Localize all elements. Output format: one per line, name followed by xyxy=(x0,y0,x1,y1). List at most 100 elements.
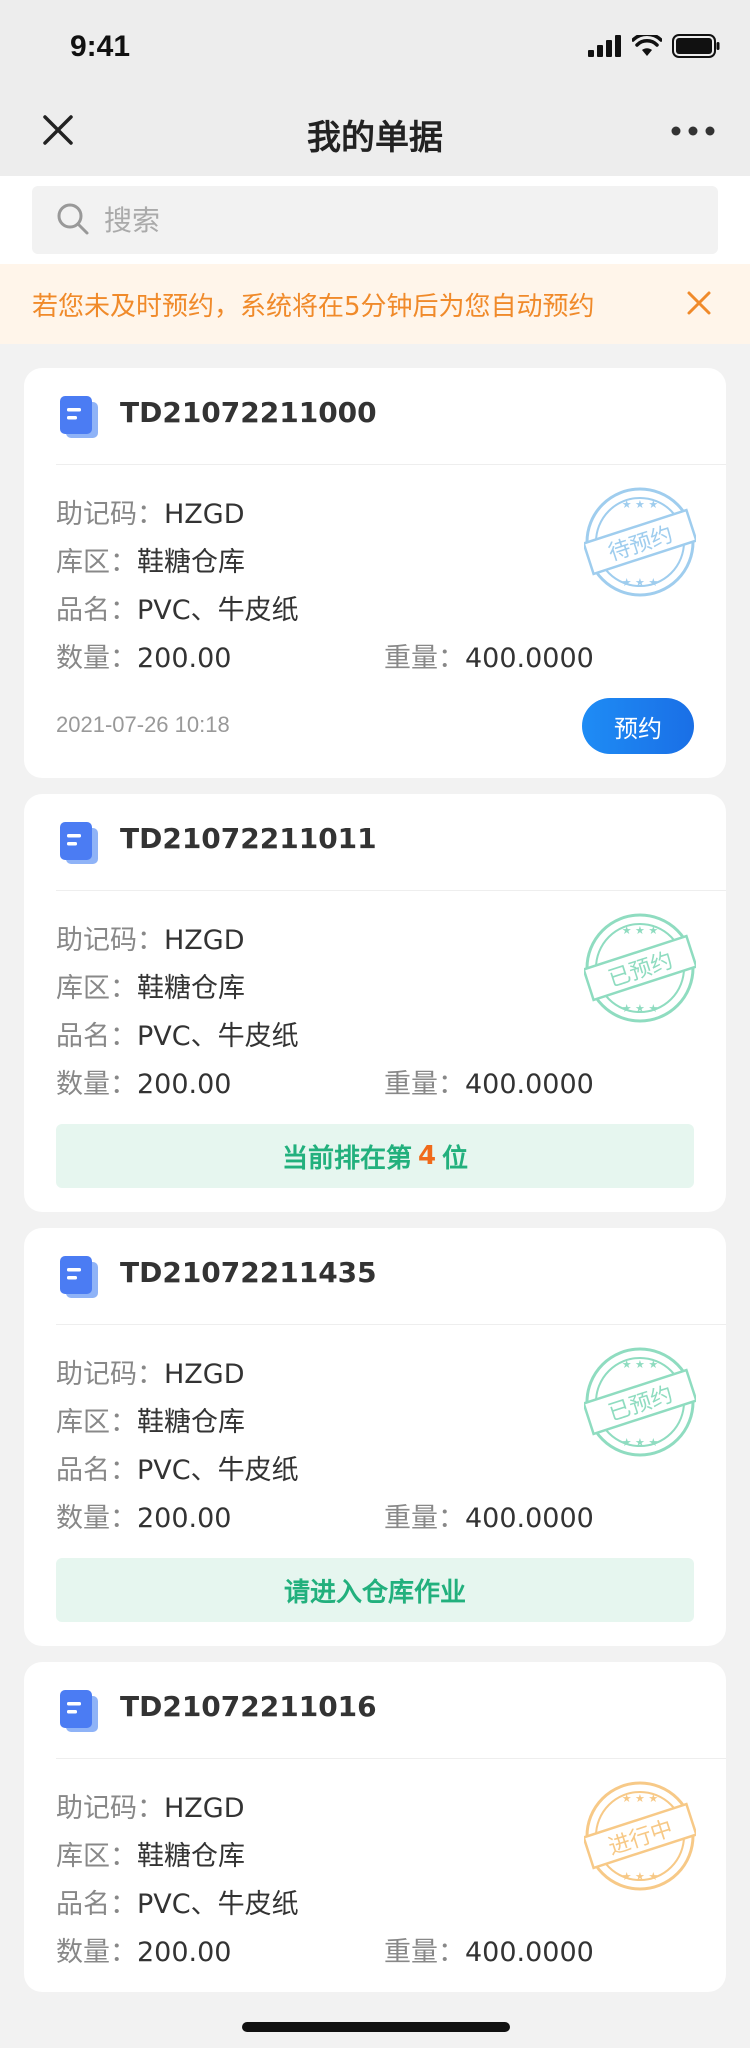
mnemonic-value: HZGD xyxy=(164,1359,245,1390)
enter-warehouse-bar: 请进入仓库作业 xyxy=(56,1558,694,1622)
queue-suffix: 位 xyxy=(442,1143,469,1174)
notice-close-icon[interactable] xyxy=(684,288,714,318)
svg-text:★ ★ ★: ★ ★ ★ xyxy=(622,1792,659,1805)
order-card[interactable]: TD21072211000 助记码：HZGD 库区：鞋糖仓库 品名：PVC、牛皮… xyxy=(24,368,726,778)
mnemonic-value: HZGD xyxy=(164,1793,245,1824)
quantity-value: 200.00 xyxy=(137,1937,232,1968)
product-value: PVC、牛皮纸 xyxy=(137,1021,299,1052)
zone-row: 库区：鞋糖仓库 xyxy=(56,1400,245,1439)
weight-row: 重量：400.0000 xyxy=(384,1930,594,1969)
zone-label: 库区： xyxy=(56,547,137,578)
mnemonic-row: 助记码：HZGD xyxy=(56,918,245,957)
status-text: 请进入仓库作业 xyxy=(283,1577,466,1608)
quantity-row: 数量：200.00 xyxy=(56,1062,231,1101)
order-card[interactable]: TD21072211435 助记码：HZGD 库区：鞋糖仓库 品名：PVC、牛皮… xyxy=(24,1228,726,1646)
zone-row: 库区：鞋糖仓库 xyxy=(56,966,245,1005)
more-icon[interactable] xyxy=(668,116,718,146)
mnemonic-label: 助记码： xyxy=(56,1793,164,1824)
search-input[interactable] xyxy=(104,186,684,254)
status-icons xyxy=(588,32,720,60)
zone-row: 库区：鞋糖仓库 xyxy=(56,540,245,579)
stamp-pending-icon: 待预约 ★ ★ ★ ★ ★ ★ xyxy=(584,487,696,597)
weight-label: 重量： xyxy=(384,1937,465,1968)
search-icon xyxy=(57,203,89,235)
order-id: TD21072211000 xyxy=(120,396,377,429)
card-header: TD21072211435 xyxy=(24,1228,726,1324)
quantity-row: 数量：200.00 xyxy=(56,636,231,675)
page-title: 我的单据 xyxy=(307,118,443,158)
svg-text:★ ★ ★: ★ ★ ★ xyxy=(622,1358,659,1371)
mnemonic-label: 助记码： xyxy=(56,499,164,530)
card-header: TD21072211016 xyxy=(24,1662,726,1758)
weight-label: 重量： xyxy=(384,643,465,674)
divider xyxy=(56,890,726,891)
stamp-reserved-icon: 已预约 ★ ★ ★ ★ ★ ★ xyxy=(584,913,696,1023)
quantity-row: 数量：200.00 xyxy=(56,1930,231,1969)
svg-text:★ ★ ★: ★ ★ ★ xyxy=(622,924,659,937)
product-label: 品名： xyxy=(56,595,137,626)
quantity-row: 数量：200.00 xyxy=(56,1496,231,1535)
svg-text:★ ★ ★: ★ ★ ★ xyxy=(622,498,659,511)
card-timestamp: 2021-07-26 10:18 xyxy=(56,712,230,737)
stamp-in-progress-icon: 进行中 ★ ★ ★ ★ ★ ★ xyxy=(584,1781,696,1891)
status-bar: 9:41 xyxy=(0,0,750,88)
quantity-value: 200.00 xyxy=(137,1503,232,1534)
home-indicator xyxy=(242,2022,510,2032)
document-icon xyxy=(60,822,98,864)
weight-label: 重量： xyxy=(384,1069,465,1100)
wifi-icon xyxy=(632,35,662,56)
zone-label: 库区： xyxy=(56,1407,137,1438)
queue-prefix: 当前排在第 xyxy=(281,1143,412,1174)
weight-row: 重量：400.0000 xyxy=(384,636,594,675)
svg-text:★ ★ ★: ★ ★ ★ xyxy=(622,576,659,589)
card-header: TD21072211011 xyxy=(24,794,726,890)
order-id: TD21072211435 xyxy=(120,1256,377,1289)
mnemonic-row: 助记码：HZGD xyxy=(56,1352,245,1391)
stamp-reserved-icon: 已预约 ★ ★ ★ ★ ★ ★ xyxy=(584,1347,696,1457)
quantity-label: 数量： xyxy=(56,643,137,674)
weight-label: 重量： xyxy=(384,1503,465,1534)
mnemonic-row: 助记码：HZGD xyxy=(56,1786,245,1825)
nav-bar: 我的单据 xyxy=(0,88,750,176)
product-label: 品名： xyxy=(56,1455,137,1486)
order-card[interactable]: TD21072211016 助记码：HZGD 库区：鞋糖仓库 品名：PVC、牛皮… xyxy=(24,1662,726,1992)
queue-position-bar: 当前排在第 4 位 xyxy=(56,1124,694,1188)
product-row: 品名：PVC、牛皮纸 xyxy=(56,588,299,627)
search-bar xyxy=(0,176,750,264)
svg-text:★ ★ ★: ★ ★ ★ xyxy=(622,1436,659,1449)
zone-value: 鞋糖仓库 xyxy=(137,547,245,578)
document-icon xyxy=(60,1690,98,1732)
zone-value: 鞋糖仓库 xyxy=(137,973,245,1004)
signal-icon xyxy=(588,35,621,57)
product-label: 品名： xyxy=(56,1889,137,1920)
notice-text: 若您未及时预约，系统将在5分钟后为您自动预约 xyxy=(32,292,595,322)
mnemonic-value: HZGD xyxy=(164,499,245,530)
document-icon xyxy=(60,396,98,438)
divider xyxy=(56,1324,726,1325)
divider xyxy=(56,1758,726,1759)
reserve-button[interactable]: 预约 xyxy=(582,698,694,754)
notice-banner: 若您未及时预约，系统将在5分钟后为您自动预约 xyxy=(0,264,750,344)
weight-value: 400.0000 xyxy=(465,1503,594,1534)
weight-row: 重量：400.0000 xyxy=(384,1496,594,1535)
order-id: TD21072211016 xyxy=(120,1690,377,1723)
search-box[interactable] xyxy=(32,186,718,254)
zone-label: 库区： xyxy=(56,973,137,1004)
weight-row: 重量：400.0000 xyxy=(384,1062,594,1101)
zone-row: 库区：鞋糖仓库 xyxy=(56,1834,245,1873)
card-header: TD21072211000 xyxy=(24,368,726,464)
queue-number: 4 xyxy=(417,1141,437,1171)
order-card[interactable]: TD21072211011 助记码：HZGD 库区：鞋糖仓库 品名：PVC、牛皮… xyxy=(24,794,726,1212)
quantity-value: 200.00 xyxy=(137,643,232,674)
product-value: PVC、牛皮纸 xyxy=(137,1889,299,1920)
weight-value: 400.0000 xyxy=(465,1069,594,1100)
status-time: 9:41 xyxy=(70,30,131,63)
quantity-label: 数量： xyxy=(56,1937,137,1968)
quantity-label: 数量： xyxy=(56,1503,137,1534)
product-row: 品名：PVC、牛皮纸 xyxy=(56,1882,299,1921)
divider xyxy=(56,464,726,465)
product-row: 品名：PVC、牛皮纸 xyxy=(56,1014,299,1053)
zone-value: 鞋糖仓库 xyxy=(137,1407,245,1438)
product-value: PVC、牛皮纸 xyxy=(137,595,299,626)
product-row: 品名：PVC、牛皮纸 xyxy=(56,1448,299,1487)
